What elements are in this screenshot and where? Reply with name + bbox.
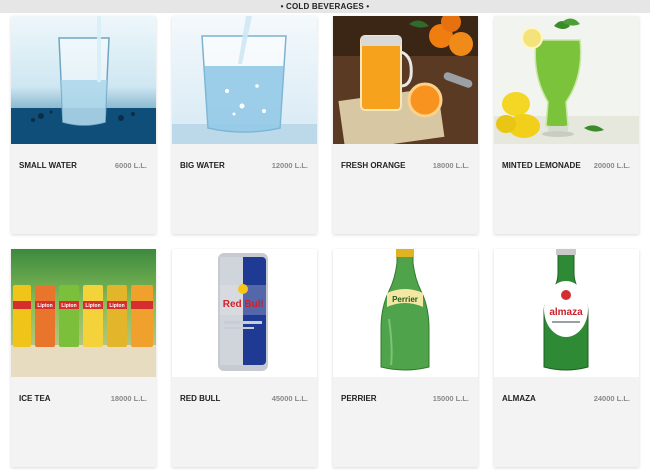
red-bull-logo: Red Bull bbox=[223, 299, 264, 310]
lipton-logo: Lipton bbox=[109, 303, 124, 309]
big-water-photo bbox=[172, 16, 317, 144]
item-name: MINTED LEMONADE bbox=[502, 161, 581, 170]
lipton-logo: Lipton bbox=[61, 303, 76, 309]
menu-item-card[interactable]: SMALL WATER 6000 L.L. bbox=[11, 16, 156, 234]
item-name: BIG WATER bbox=[180, 161, 225, 170]
perrier-logo: Perrier bbox=[392, 295, 418, 304]
item-name: SMALL WATER bbox=[19, 161, 77, 170]
red-bull-photo: Red Bull bbox=[172, 249, 317, 377]
ice-tea-photo: Lipton Lipton Lipton Lipton bbox=[11, 249, 156, 377]
item-price: 24000 L.L. bbox=[593, 394, 630, 403]
section-header: • COLD BEVERAGES • bbox=[0, 0, 650, 13]
perrier-photo: Perrier bbox=[333, 249, 478, 377]
item-price: 15000 L.L. bbox=[432, 394, 469, 403]
menu-item-card[interactable]: FRESH ORANGE 18000 L.L. bbox=[333, 16, 478, 234]
minted-lemonade-photo bbox=[494, 16, 639, 144]
item-price: 18000 L.L. bbox=[432, 161, 469, 170]
menu-item-card[interactable]: BIG WATER 12000 L.L. bbox=[172, 16, 317, 234]
item-name: FRESH ORANGE bbox=[341, 161, 406, 170]
item-price: 18000 L.L. bbox=[110, 394, 147, 403]
item-name: ICE TEA bbox=[19, 394, 51, 403]
item-name: PERRIER bbox=[341, 394, 377, 403]
menu-item-card[interactable]: Perrier PERRIER 15000 L.L. bbox=[333, 249, 478, 467]
almaza-logo: almaza bbox=[549, 307, 583, 318]
item-name: RED BULL bbox=[180, 394, 221, 403]
almaza-photo: almaza bbox=[494, 249, 639, 377]
item-price: 20000 L.L. bbox=[593, 161, 630, 170]
menu-item-card[interactable]: MINTED LEMONADE 20000 L.L. bbox=[494, 16, 639, 234]
menu-item-card[interactable]: Lipton Lipton Lipton Lipton ICE TEA 1800… bbox=[11, 249, 156, 467]
lipton-logo: Lipton bbox=[85, 303, 100, 309]
lipton-logo: Lipton bbox=[37, 303, 52, 309]
item-price: 6000 L.L. bbox=[114, 161, 147, 170]
menu-item-card[interactable]: Red Bull RED BULL 45000 L.L. bbox=[172, 249, 317, 467]
item-price: 12000 L.L. bbox=[271, 161, 308, 170]
item-price: 45000 L.L. bbox=[271, 394, 308, 403]
small-water-photo bbox=[11, 16, 156, 144]
menu-item-card[interactable]: almaza ALMAZA 24000 L.L. bbox=[494, 249, 639, 467]
item-name: ALMAZA bbox=[502, 394, 536, 403]
fresh-orange-photo bbox=[333, 16, 478, 144]
